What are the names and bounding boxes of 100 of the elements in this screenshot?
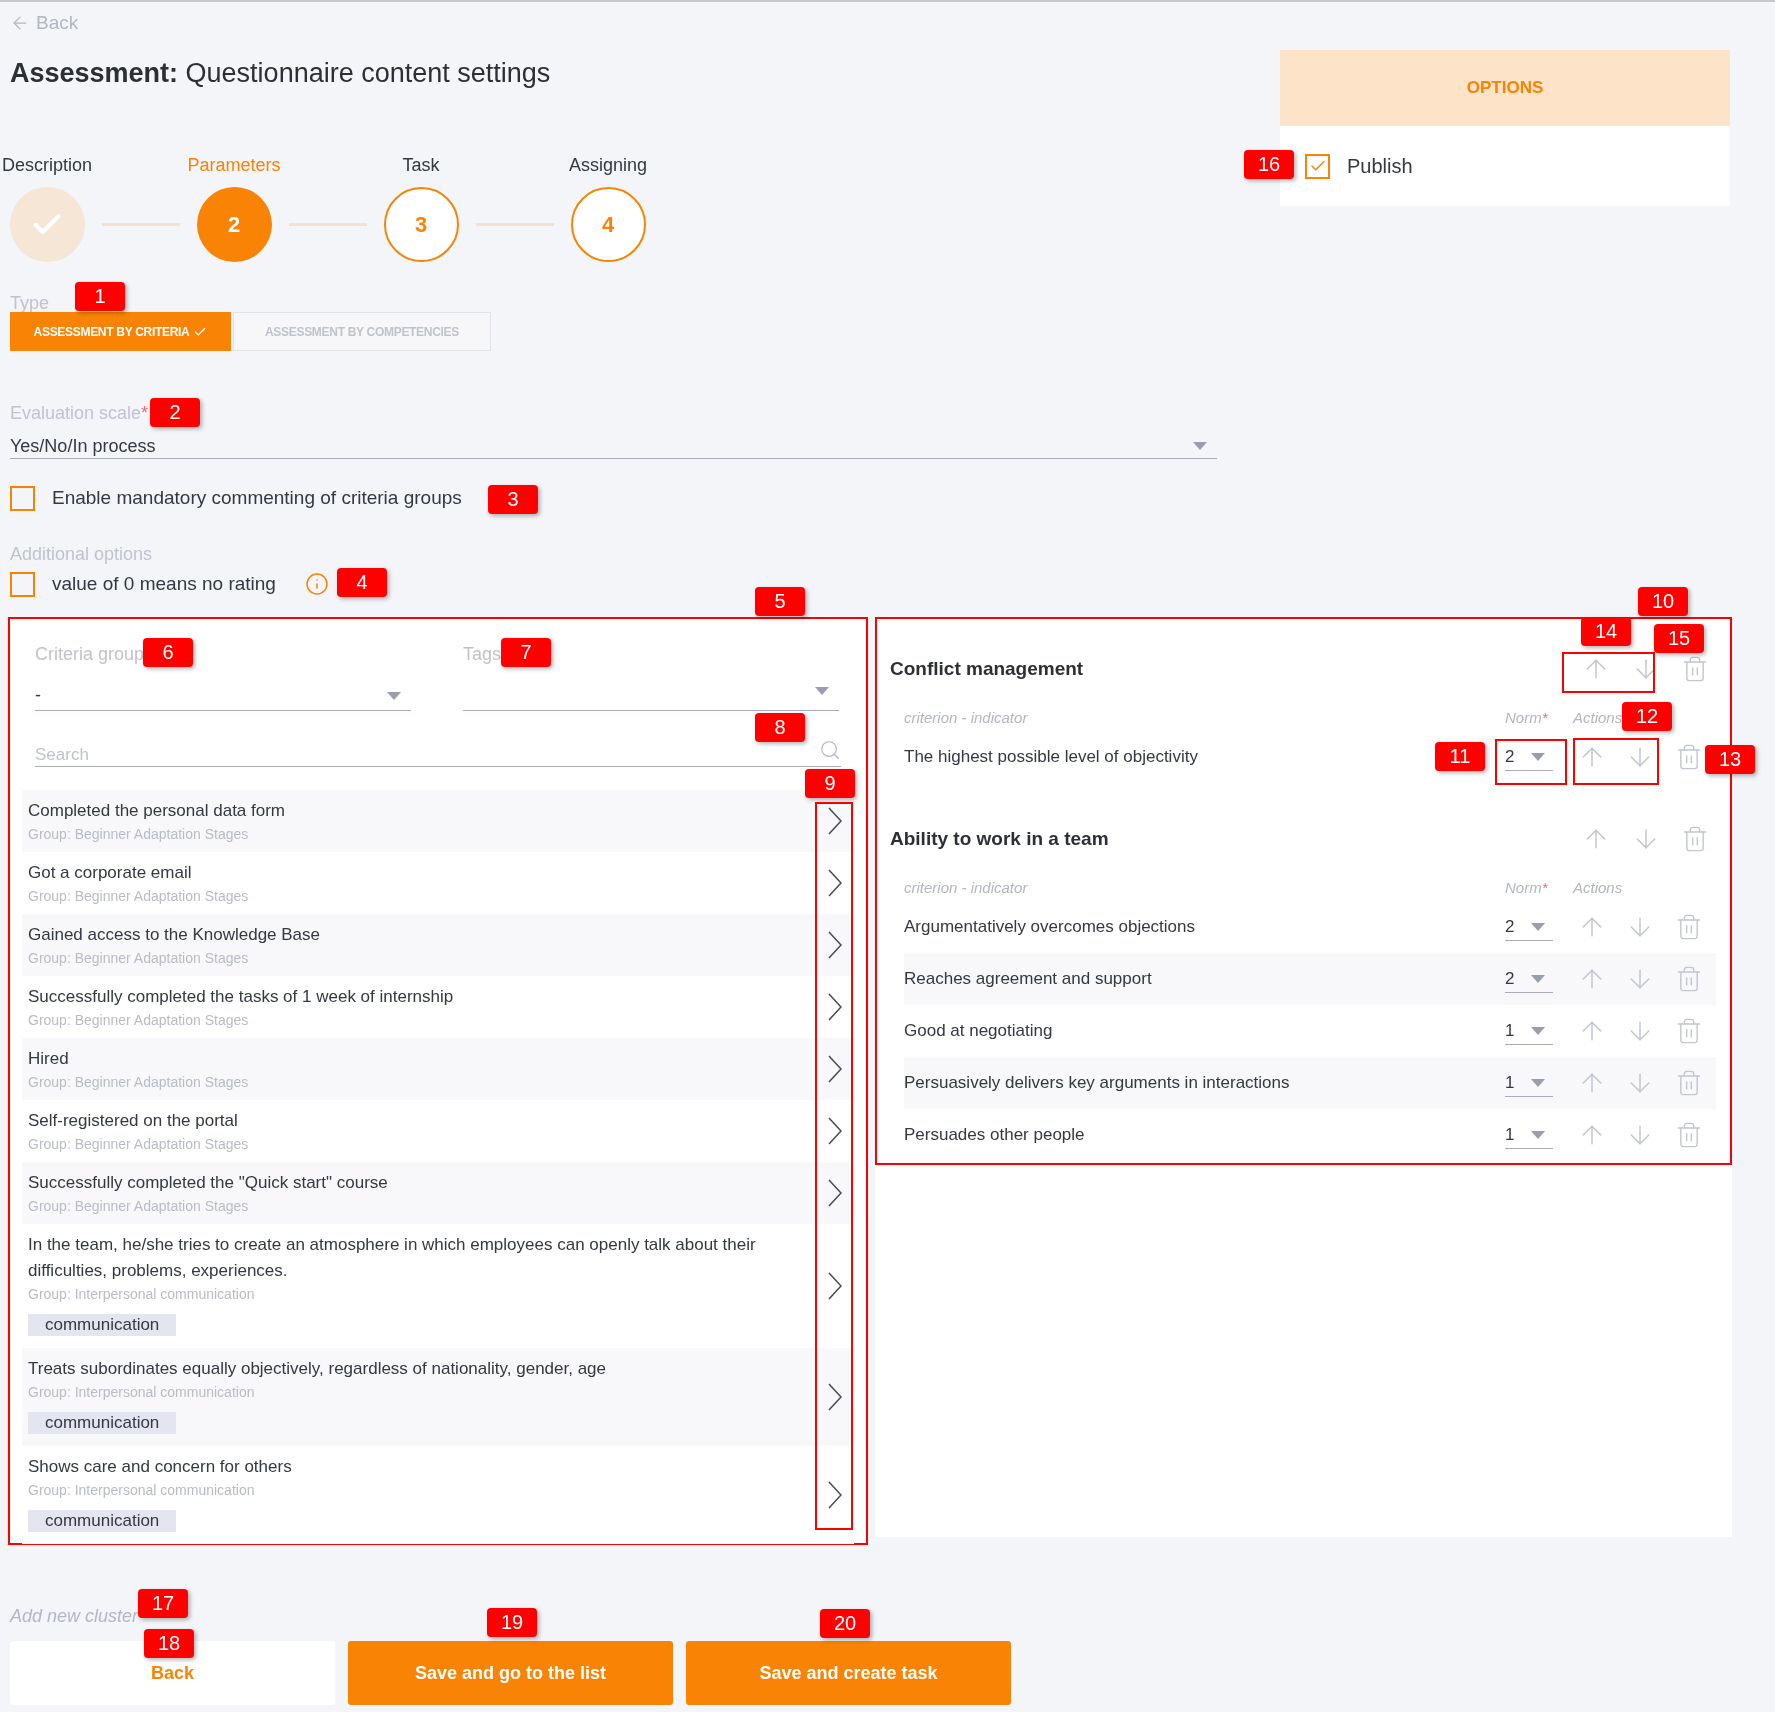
filter-label: Criteria group bbox=[35, 643, 145, 666]
tag-chip: communication bbox=[28, 1314, 177, 1336]
norm-dropdown[interactable]: 2 bbox=[1505, 965, 1553, 993]
chevron-right-icon[interactable] bbox=[828, 1272, 842, 1300]
norm-dropdown[interactable]: 1 bbox=[1505, 1121, 1553, 1149]
criterion-group: Group: Beginner Adaptation Stages bbox=[28, 948, 810, 968]
norm-dropdown[interactable]: 1 bbox=[1505, 1069, 1553, 1097]
checkbox[interactable] bbox=[10, 571, 35, 597]
criterion-title: Successfully completed the "Quick start" course bbox=[28, 1172, 389, 1194]
criterion-group: Group: Beginner Adaptation Stages bbox=[28, 886, 810, 906]
criterion-title: Gained access to the Knowledge Base bbox=[28, 924, 322, 946]
caret-icon bbox=[1531, 1026, 1545, 1035]
criterion-row[interactable]: Gained access to the Knowledge Base Group: Beginner Adaptation Stages bbox=[22, 914, 854, 976]
chevron-right-icon[interactable] bbox=[828, 1055, 842, 1083]
delete-icon bbox=[1675, 913, 1703, 941]
caret-icon bbox=[387, 691, 401, 700]
caret-icon bbox=[1531, 1130, 1545, 1139]
chevron-right-icon[interactable] bbox=[828, 807, 842, 835]
criterion-title: Completed the personal data form bbox=[28, 800, 287, 822]
callout-number: 14 bbox=[1581, 617, 1631, 646]
column-header: criterion - indicator bbox=[904, 707, 1029, 728]
step-label: Description bbox=[1, 154, 92, 174]
delete-icon bbox=[1681, 825, 1709, 853]
criterion-title: Treats subordinates equally objectively, regardless of nationality, gender, age bbox=[28, 1358, 608, 1380]
callout-number: 8 bbox=[755, 713, 805, 742]
criterion-row[interactable]: Completed the personal data form Group: Beginner Adaptation Stages bbox=[22, 790, 854, 852]
search-field[interactable]: Search bbox=[35, 743, 841, 768]
chevron-right-icon[interactable] bbox=[828, 931, 842, 959]
delete-icon bbox=[1675, 965, 1703, 993]
norm-dropdown[interactable]: 2 bbox=[1505, 913, 1553, 941]
step-label: Task bbox=[402, 154, 440, 174]
step-label: Assigning bbox=[568, 154, 647, 174]
caret-icon bbox=[1531, 1078, 1545, 1087]
callout-number: 17 bbox=[138, 1589, 188, 1618]
chevron-right-icon[interactable] bbox=[828, 1383, 842, 1411]
caret-icon bbox=[1531, 974, 1545, 983]
criterion-title: Self-registered on the portal bbox=[28, 1110, 239, 1132]
indicator-text: Argumentatively overcomes objections bbox=[904, 917, 1196, 937]
norm-dropdown[interactable]: 1 bbox=[1505, 1017, 1553, 1045]
indicator-text: Persuades other people bbox=[904, 1125, 1085, 1145]
scale-dropdown[interactable]: Yes/No/In process bbox=[10, 434, 1217, 459]
checkbox-label: value of 0 means no rating bbox=[52, 571, 276, 596]
delete-icon bbox=[1675, 1069, 1703, 1097]
checkbox-label: Publish bbox=[1347, 154, 1413, 179]
callout-number: 2 bbox=[150, 398, 200, 427]
delete-icon bbox=[1675, 1017, 1703, 1045]
criterion-row[interactable]: Successfully completed the "Quick start" course Group: Beginner Adaptation Stages bbox=[22, 1162, 854, 1224]
criterion-title: Got a corporate email bbox=[28, 862, 193, 884]
callout-number: 20 bbox=[820, 1609, 870, 1638]
highlight-frame bbox=[1495, 739, 1567, 785]
chevron-right-icon[interactable] bbox=[828, 993, 842, 1021]
indicator-text: Persuasively delivers key arguments in interactions bbox=[904, 1073, 1290, 1093]
chevron-right-icon[interactable] bbox=[828, 869, 842, 897]
page-title: Assessment: Questionnaire content settings bbox=[10, 57, 552, 90]
criterion-title: Hired bbox=[28, 1048, 70, 1070]
checkbox-label: Enable mandatory commenting of criteria groups bbox=[52, 485, 462, 510]
column-header: Norm* bbox=[1505, 877, 1549, 898]
callout-number: 13 bbox=[1705, 745, 1755, 774]
criterion-row[interactable]: Hired Group: Beginner Adaptation Stages bbox=[22, 1038, 854, 1100]
criterion-group: Group: Interpersonal communication bbox=[28, 1382, 810, 1402]
chevron-right-icon[interactable] bbox=[828, 1179, 842, 1207]
callout-number: 4 bbox=[337, 568, 387, 597]
chevron-right-icon[interactable] bbox=[828, 1117, 842, 1145]
filter-label: Tags bbox=[463, 643, 502, 666]
delete-icon bbox=[1675, 743, 1703, 771]
cluster-title: Ability to work in a team bbox=[890, 826, 1110, 851]
callout-number: 12 bbox=[1622, 702, 1672, 731]
indicator-text: The highest possible level of objectivity bbox=[904, 747, 1198, 767]
callout-number: 7 bbox=[501, 638, 551, 667]
delete-icon bbox=[1675, 1121, 1703, 1149]
criterion-group: Group: Interpersonal communication bbox=[28, 1284, 810, 1304]
criterion-row[interactable]: Treats subordinates equally objectively, regardless of nationality, gender, age Group: Interpersonal communication communication bbox=[22, 1348, 854, 1446]
callout-number: 1 bbox=[75, 282, 125, 311]
callout-number: 10 bbox=[1638, 587, 1688, 616]
criterion-title: Shows care and concern for others bbox=[28, 1456, 293, 1478]
callout-number: 16 bbox=[1244, 150, 1294, 179]
norm-dropdown[interactable]: 2 bbox=[1505, 743, 1553, 771]
caret-icon bbox=[1531, 922, 1545, 931]
criteria-group-dropdown[interactable]: - bbox=[35, 681, 411, 711]
callout-number: 19 bbox=[487, 1608, 537, 1637]
callout-number: 11 bbox=[1435, 742, 1485, 771]
tag-chip: communication bbox=[28, 1412, 177, 1434]
checkbox[interactable] bbox=[10, 485, 35, 511]
criterion-title: Successfully completed the tasks of 1 week of internship bbox=[28, 986, 455, 1008]
callout-number: 3 bbox=[488, 485, 538, 514]
criterion-group: Group: Beginner Adaptation Stages bbox=[28, 1072, 810, 1092]
caret-icon bbox=[1531, 752, 1545, 761]
options-title: OPTIONS bbox=[1466, 77, 1544, 100]
callout-number: 18 bbox=[144, 1629, 194, 1658]
caret-icon bbox=[815, 687, 829, 695]
caret-icon bbox=[1193, 442, 1207, 450]
chevron-right-icon[interactable] bbox=[828, 1481, 842, 1509]
column-header: criterion - indicator bbox=[904, 877, 1029, 898]
tag-chip: communication bbox=[28, 1510, 177, 1532]
criterion-group: Group: Beginner Adaptation Stages bbox=[28, 1010, 810, 1030]
info-icon bbox=[304, 572, 329, 596]
checkbox[interactable] bbox=[1305, 153, 1330, 179]
criterion-group: Group: Beginner Adaptation Stages bbox=[28, 824, 810, 844]
criterion-group: Group: Beginner Adaptation Stages bbox=[28, 1134, 810, 1154]
callout-number: 6 bbox=[143, 638, 193, 667]
